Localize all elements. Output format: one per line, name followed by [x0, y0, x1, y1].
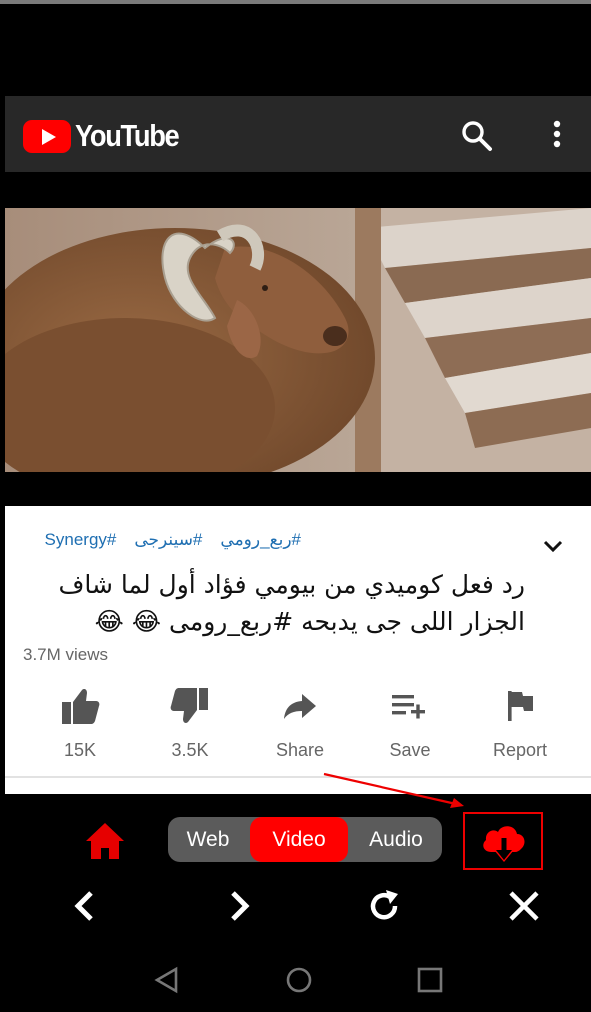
annotation-arrow — [323, 772, 464, 808]
save-label: Save — [389, 740, 431, 760]
hashtag-link[interactable]: #ربع_رومي — [220, 530, 301, 550]
add-to-playlist-icon — [388, 684, 432, 728]
close-icon[interactable] — [504, 886, 544, 926]
video-title: رد فعل كوميدي من بيومي فؤاد أول لما شاف … — [58, 570, 525, 636]
thumbs-down-icon — [168, 684, 212, 728]
youtube-play-icon — [23, 119, 71, 153]
refresh-icon[interactable] — [364, 886, 404, 926]
status-divider — [0, 0, 591, 4]
video-info-panel: #ربع_رومي #سينرجى #Synergy رد فعل كوميدي… — [5, 506, 591, 794]
thumbs-up-icon — [58, 684, 102, 728]
square-recents-icon[interactable] — [414, 964, 446, 996]
browser-nav — [0, 886, 591, 926]
brand-name: YouTube — [75, 118, 180, 153]
youtube-header: YouTube — [5, 96, 591, 172]
more-vertical-icon[interactable] — [545, 116, 569, 152]
like-button[interactable]: 15K — [25, 684, 135, 761]
dislike-count: 3.5K — [171, 740, 209, 760]
search-icon[interactable] — [459, 118, 495, 154]
hashtag-link[interactable]: #سينرجى — [134, 530, 202, 550]
dislike-button[interactable]: 3.5K — [135, 684, 245, 761]
spacer — [5, 172, 591, 208]
view-count: 3.7M views — [23, 645, 109, 664]
triangle-back-icon[interactable] — [152, 964, 184, 996]
video-letterbox — [5, 472, 591, 506]
youtube-logo[interactable]: YouTube — [23, 118, 193, 154]
save-button[interactable]: Save — [355, 684, 465, 761]
share-icon — [278, 684, 322, 728]
divider — [5, 776, 591, 778]
share-button[interactable]: Share — [245, 684, 355, 761]
download-button[interactable] — [463, 812, 543, 870]
home-icon[interactable] — [84, 820, 126, 862]
circle-home-icon[interactable] — [283, 964, 315, 996]
video-player[interactable] — [5, 208, 591, 472]
system-navigation-bar — [0, 964, 591, 1000]
hashtag-list: #ربع_رومي #سينرجى #Synergy — [45, 530, 301, 550]
mode-web-tab[interactable]: Web — [168, 817, 248, 862]
like-count: 15K — [63, 740, 97, 760]
hashtag-link[interactable]: #Synergy — [45, 530, 117, 550]
report-label: Report — [492, 740, 548, 760]
chevron-left-icon[interactable] — [66, 886, 106, 926]
cloud-download-icon — [483, 826, 525, 862]
chevron-right-icon[interactable] — [218, 886, 258, 926]
status-bar — [0, 0, 591, 96]
report-button[interactable]: Report — [465, 684, 575, 761]
action-bar: 15K 3.5K Share Save Report — [25, 684, 591, 774]
downloader-toolbar: Web Video Audio — [0, 772, 591, 1012]
flag-icon — [498, 684, 542, 728]
chevron-down-icon[interactable] — [541, 536, 565, 556]
share-label: Share — [275, 740, 325, 760]
